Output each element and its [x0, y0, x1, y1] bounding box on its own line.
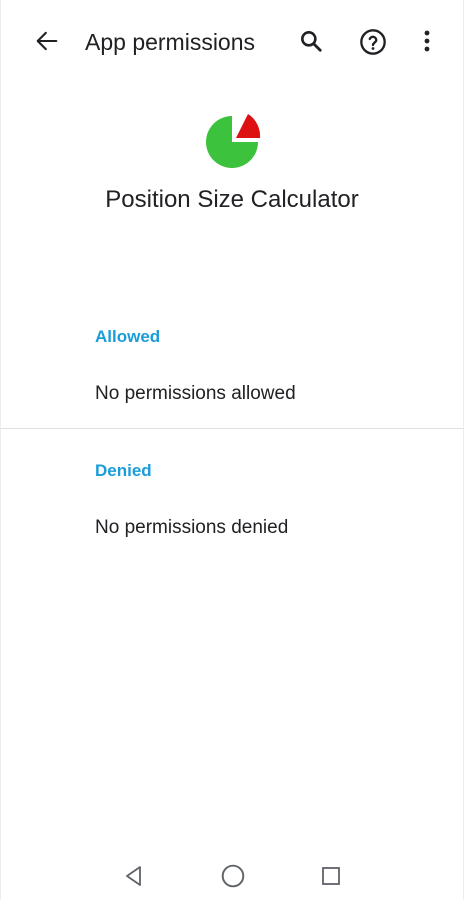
nav-home-button[interactable] [219, 862, 247, 890]
nav-home-icon [221, 864, 245, 888]
page-title: App permissions [85, 29, 256, 55]
denied-permissions-text: No permissions denied [95, 517, 289, 538]
more-vert-icon [424, 30, 430, 52]
app-permissions-screen: App permissions Position Size Calculator… [0, 0, 464, 900]
app-name: Position Size Calculator [105, 186, 359, 213]
pie-chart-icon [206, 114, 261, 168]
help-button[interactable] [353, 22, 393, 62]
denied-section-title: Denied [95, 461, 152, 480]
system-navigation-bar [1, 850, 463, 900]
nav-recents-button[interactable] [317, 862, 345, 890]
search-icon [301, 31, 322, 52]
nav-back-icon [126, 866, 141, 886]
section-divider [1, 428, 463, 429]
more-options-button[interactable] [407, 21, 447, 61]
arrow-back-icon [36, 31, 58, 51]
top-app-bar: App permissions [1, 0, 463, 84]
nav-recents-icon [322, 867, 340, 885]
allowed-section-title: Allowed [95, 327, 161, 346]
app-header: Position Size Calculator [1, 108, 463, 216]
back-button[interactable] [27, 21, 67, 61]
search-button[interactable] [291, 21, 331, 61]
nav-back-button[interactable] [120, 862, 148, 890]
allowed-permissions-text: No permissions allowed [95, 383, 296, 404]
help-icon [360, 29, 386, 55]
